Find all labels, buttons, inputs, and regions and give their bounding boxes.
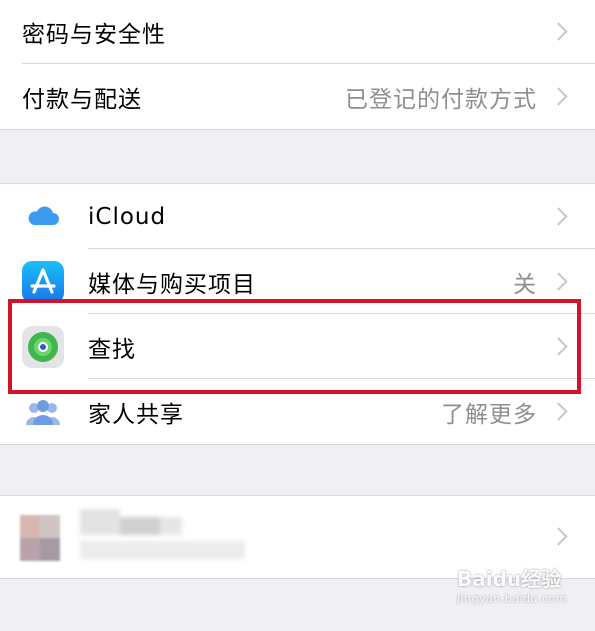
watermark-main: Baidu经验 [456, 567, 562, 591]
icloud-row[interactable]: iCloud [0, 184, 595, 249]
chevron-right-icon [549, 271, 568, 291]
payment-shipping-label: 付款与配送 [22, 86, 142, 113]
chevron-right-icon [549, 401, 568, 421]
family-sharing-detail: 了解更多 [441, 401, 537, 428]
account-settings-group: 密码与安全性 付款与配送 已登记的付款方式 [0, 0, 595, 130]
chevron-right-icon [549, 336, 568, 356]
find-my-row[interactable]: 查找 [0, 314, 595, 379]
app-store-icon [22, 260, 64, 303]
chevron-right-icon [549, 86, 568, 106]
find-my-label: 查找 [88, 336, 136, 363]
services-group: iCloud 媒体与购买项目 关 查找 家人共享 了解更多 [0, 183, 595, 445]
find-my-icon [22, 325, 64, 368]
chevron-right-icon [549, 21, 568, 41]
blurred-avatar [20, 515, 60, 561]
media-purchases-detail: 关 [513, 271, 537, 298]
watermark-sub: jingyan.baidu.com [456, 592, 567, 605]
family-sharing-row[interactable]: 家人共享 了解更多 [0, 379, 595, 444]
blurred-device-name [80, 509, 245, 559]
baidu-watermark: Baidu经验 jingyan.baidu.com [457, 563, 567, 605]
payment-shipping-detail: 已登记的付款方式 [345, 86, 537, 113]
icloud-label: iCloud [88, 203, 167, 230]
payment-shipping-row[interactable]: 付款与配送 已登记的付款方式 [0, 64, 595, 129]
family-sharing-icon [22, 390, 64, 433]
password-security-label: 密码与安全性 [22, 21, 166, 48]
chevron-right-icon [549, 527, 568, 546]
password-security-row[interactable]: 密码与安全性 [0, 0, 595, 64]
family-sharing-label: 家人共享 [88, 401, 184, 428]
media-purchases-row[interactable]: 媒体与购买项目 关 [0, 249, 595, 314]
media-purchases-label: 媒体与购买项目 [88, 271, 256, 298]
icloud-icon [22, 195, 64, 238]
chevron-right-icon [549, 206, 568, 226]
